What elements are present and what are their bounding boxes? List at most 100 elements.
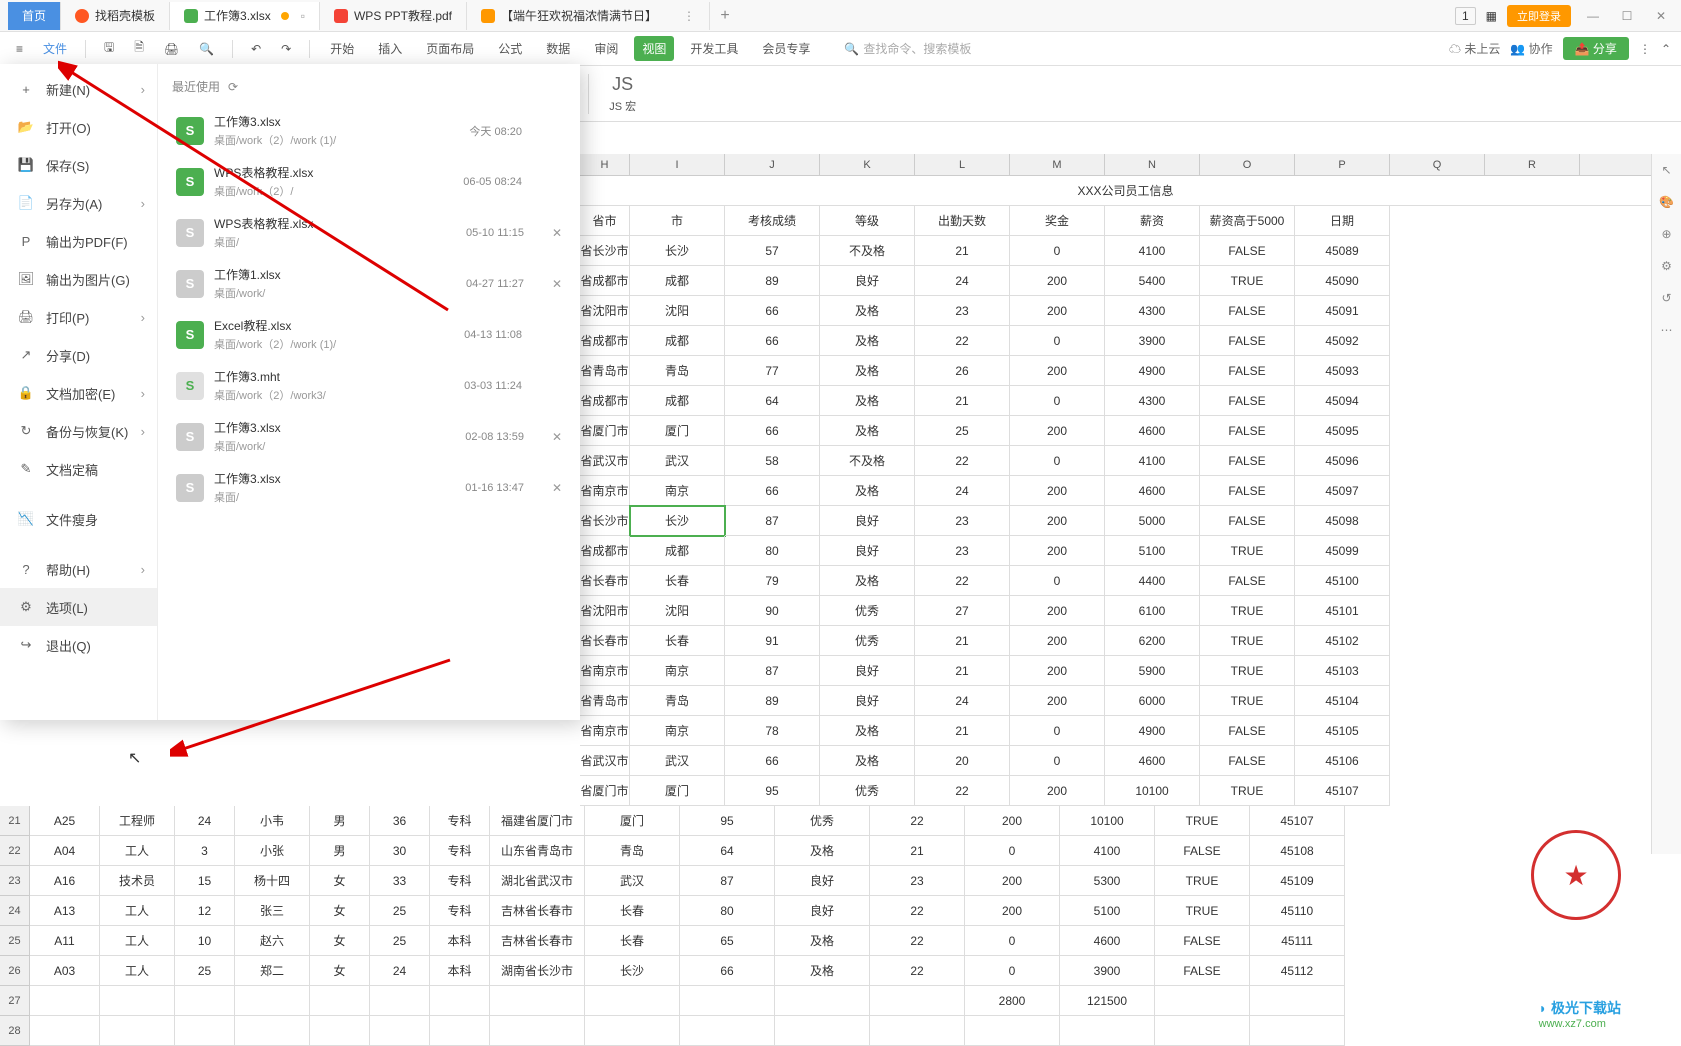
menu-insert[interactable]: 插入 [370,36,410,61]
data-cell[interactable]: 南京 [630,716,725,746]
hamburger-icon[interactable]: ≡ [10,39,29,59]
data-cell[interactable]: 200 [1010,266,1105,296]
data-cell[interactable]: 4600 [1105,416,1200,446]
recent-file-item[interactable]: S工作簿3.xlsx桌面/01-16 13:47✕ [172,462,566,513]
data-cell[interactable]: 省南京市 [580,656,630,686]
data-cell[interactable]: 45109 [1250,866,1345,896]
data-cell[interactable]: 45097 [1295,476,1390,506]
remove-icon[interactable]: ✕ [552,277,562,291]
data-cell[interactable] [175,1016,235,1046]
close-window-icon[interactable]: ✕ [1649,9,1673,23]
data-cell[interactable]: 66 [725,746,820,776]
close-icon[interactable]: ▫ [301,9,305,23]
data-cell[interactable]: 2800 [965,986,1060,1016]
data-cell[interactable]: 及格 [820,566,915,596]
data-cell[interactable]: 省武汉市 [580,446,630,476]
data-cell[interactable]: 45089 [1295,236,1390,266]
header-cell[interactable]: 薪资高于5000 [1200,206,1295,236]
menu-data[interactable]: 数据 [538,36,578,61]
data-cell[interactable]: 武汉 [630,746,725,776]
redo-icon[interactable]: ↷ [275,39,297,59]
data-cell[interactable]: 6200 [1105,626,1200,656]
data-cell[interactable]: 21 [915,386,1010,416]
data-cell[interactable]: 45093 [1295,356,1390,386]
data-cell[interactable]: 长春 [630,626,725,656]
data-cell[interactable]: 省成都市 [580,266,630,296]
column-header[interactable]: H [580,154,630,175]
data-cell[interactable]: 4300 [1105,296,1200,326]
row-header[interactable]: 25 [0,926,30,956]
data-cell[interactable]: 省武汉市 [580,746,630,776]
data-cell[interactable]: 200 [1010,686,1105,716]
data-cell[interactable]: 78 [725,716,820,746]
data-cell[interactable]: 不及格 [820,446,915,476]
select-icon[interactable]: ↖ [1652,154,1681,186]
data-cell[interactable]: 79 [725,566,820,596]
data-cell[interactable]: 长沙 [630,236,725,266]
data-cell[interactable]: 女 [310,956,370,986]
data-cell[interactable]: 22 [870,806,965,836]
data-cell[interactable]: FALSE [1200,716,1295,746]
data-cell[interactable]: FALSE [1200,416,1295,446]
data-cell[interactable]: 0 [1010,566,1105,596]
data-cell[interactable]: 武汉 [585,866,680,896]
file-menu-分享(D)[interactable]: ↗分享(D) [0,336,157,374]
menu-formula[interactable]: 公式 [490,36,530,61]
data-cell[interactable]: 省沈阳市 [580,596,630,626]
data-cell[interactable]: 45105 [1295,716,1390,746]
data-cell[interactable]: 4600 [1105,746,1200,776]
data-cell[interactable]: FALSE [1200,476,1295,506]
column-header[interactable]: R [1485,154,1580,175]
data-cell[interactable]: FALSE [1200,746,1295,776]
data-cell[interactable]: TRUE [1200,626,1295,656]
cloud-status[interactable]: ☁ 未上云 [1449,40,1500,57]
data-cell[interactable]: TRUE [1200,776,1295,806]
new-tab-button[interactable]: + [710,7,740,25]
data-cell[interactable] [30,1016,100,1046]
data-cell[interactable]: 45107 [1295,776,1390,806]
data-cell[interactable]: 24 [370,956,430,986]
data-cell[interactable]: 200 [1010,656,1105,686]
data-cell[interactable]: FALSE [1200,506,1295,536]
data-cell[interactable]: 200 [1010,626,1105,656]
data-cell[interactable]: 22 [870,926,965,956]
data-cell[interactable]: 省长春市 [580,626,630,656]
data-cell[interactable]: 省厦门市 [580,416,630,446]
data-cell[interactable]: 良好 [820,266,915,296]
data-cell[interactable]: 及格 [820,296,915,326]
data-cell[interactable]: FALSE [1155,956,1250,986]
data-cell[interactable]: 厦门 [630,416,725,446]
data-cell[interactable]: 0 [1010,716,1105,746]
assist-icon[interactable]: ⊕ [1652,218,1681,250]
data-cell[interactable]: 成都 [630,266,725,296]
data-cell[interactable]: 4300 [1105,386,1200,416]
data-cell[interactable]: A25 [30,806,100,836]
data-cell[interactable]: 200 [1010,536,1105,566]
data-cell[interactable]: 沈阳 [630,596,725,626]
data-cell[interactable] [775,986,870,1016]
settings-icon[interactable]: ⚙ [1652,250,1681,282]
data-cell[interactable] [175,986,235,1016]
data-cell[interactable]: 专科 [430,806,490,836]
data-cell[interactable] [490,986,585,1016]
data-cell[interactable]: 21 [915,716,1010,746]
data-cell[interactable]: 25 [915,416,1010,446]
data-cell[interactable]: 20 [915,746,1010,776]
data-cell[interactable]: 5300 [1060,866,1155,896]
data-cell[interactable]: A11 [30,926,100,956]
data-cell[interactable]: FALSE [1200,566,1295,596]
tab-template[interactable]: 找稻壳模板 [61,2,170,30]
file-menu-文档定稿[interactable]: ✎文档定稿 [0,450,157,488]
data-cell[interactable]: FALSE [1200,386,1295,416]
column-header[interactable]: J [725,154,820,175]
data-cell[interactable]: 省长沙市 [580,506,630,536]
data-cell[interactable]: 200 [1010,296,1105,326]
data-cell[interactable]: 4600 [1060,926,1155,956]
data-cell[interactable]: 工程师 [100,806,175,836]
tab-workbook3[interactable]: 工作簿3.xlsx▫ [170,2,320,30]
data-cell[interactable]: 及格 [820,716,915,746]
data-cell[interactable]: 赵六 [235,926,310,956]
undo-icon[interactable]: ↶ [245,39,267,59]
data-cell[interactable] [1060,1016,1155,1046]
data-cell[interactable]: 36 [370,806,430,836]
